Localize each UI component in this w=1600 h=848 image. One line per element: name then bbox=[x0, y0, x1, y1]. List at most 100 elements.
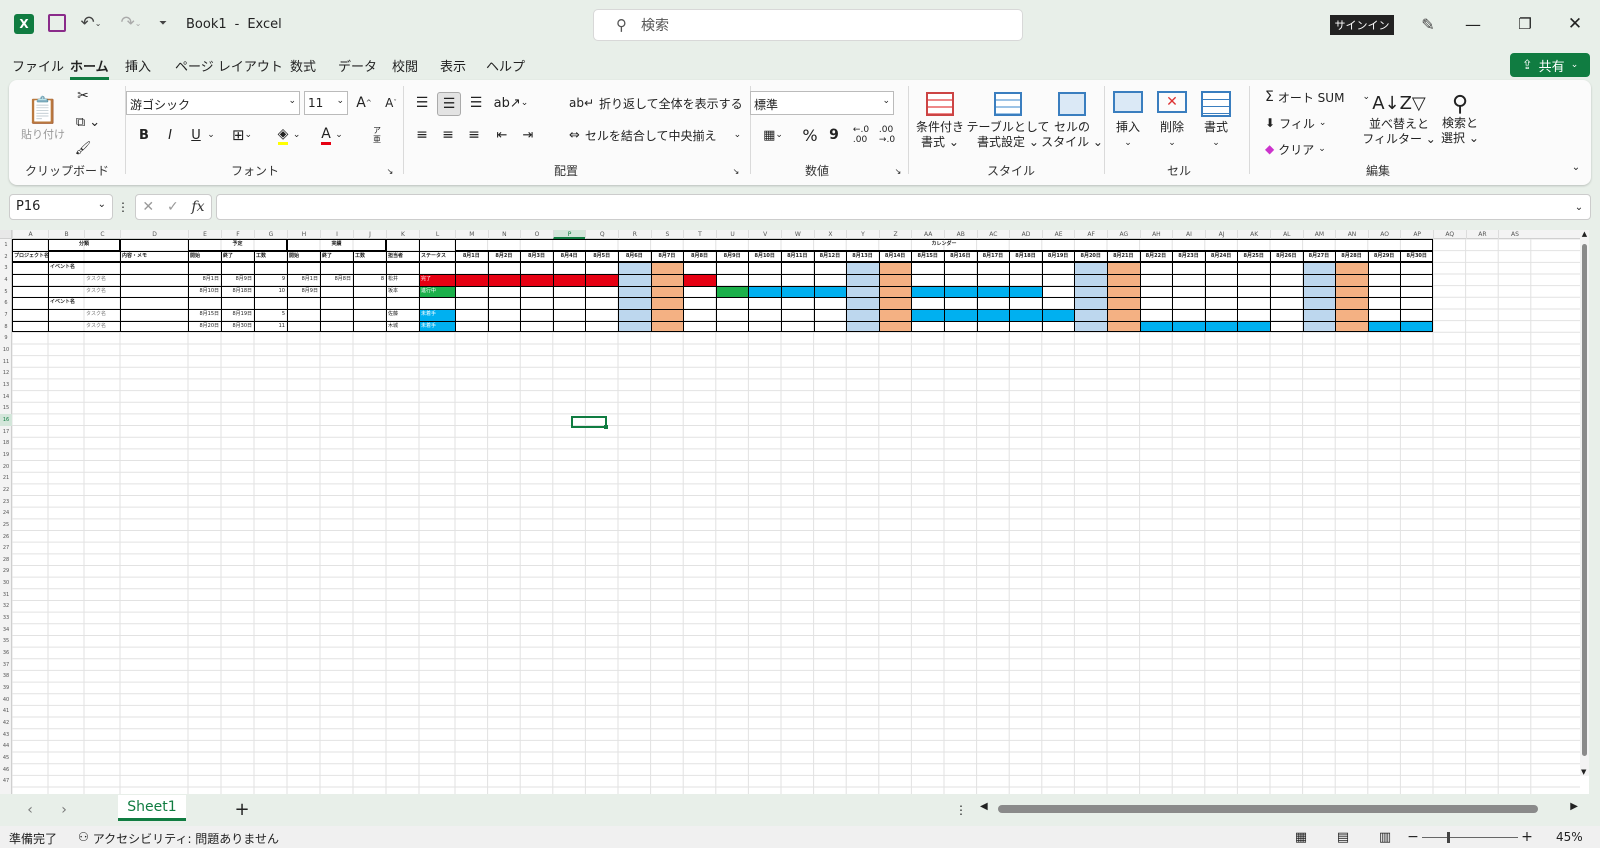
conditional-format-button[interactable]: 条件付き 書式 ⌄ bbox=[914, 86, 966, 156]
fill-color-icon[interactable]: ◈ ⌄ bbox=[269, 124, 309, 146]
share-button[interactable]: ⇪ 共有 ⌄ bbox=[1510, 53, 1590, 77]
redo-icon[interactable]: ↷ ⌄ bbox=[116, 12, 146, 34]
tab-data[interactable]: データ bbox=[338, 56, 377, 75]
close-icon[interactable]: ✕ bbox=[1560, 12, 1590, 36]
insert-function-button[interactable]: fx bbox=[192, 199, 205, 215]
scroll-thumb[interactable] bbox=[1582, 244, 1587, 756]
sort-filter-button[interactable]: A↓Z▽ 並べ替えと フィルター ⌄ bbox=[1362, 86, 1436, 156]
tab-page-layout[interactable]: ページ レイアウト bbox=[175, 56, 283, 75]
paste-button[interactable]: 📋 貼り付け bbox=[21, 88, 65, 150]
cell-styles-button[interactable]: セルの スタイル ⌄ bbox=[1041, 86, 1103, 156]
italic-button[interactable]: I bbox=[161, 124, 179, 146]
page-break-view-icon[interactable]: ▥ bbox=[1376, 829, 1394, 845]
restore-icon[interactable]: ❐ bbox=[1510, 12, 1540, 36]
select-all-corner[interactable] bbox=[0, 230, 12, 239]
fill-button[interactable]: ⬇ フィル ⌄ bbox=[1265, 114, 1326, 132]
formula-input[interactable] bbox=[216, 194, 1591, 220]
align-left-icon[interactable]: ≡ bbox=[411, 124, 433, 146]
normal-view-icon[interactable]: ▦ bbox=[1292, 829, 1310, 845]
cancel-icon[interactable]: ✕ bbox=[142, 199, 154, 215]
prev-sheet-icon[interactable]: ‹ bbox=[20, 801, 40, 819]
pen-icon[interactable]: ✎ bbox=[1416, 12, 1440, 36]
undo-icon[interactable]: ↶ ⌄ bbox=[76, 12, 106, 34]
border-icon[interactable]: ⊞ ⌄ bbox=[223, 124, 261, 146]
scroll-thumb[interactable] bbox=[998, 805, 1538, 813]
font-name-select[interactable]: 游ゴシック ⌄ bbox=[126, 91, 300, 115]
number-format-select[interactable]: 標準 ⌄ bbox=[750, 91, 894, 115]
tab-view[interactable]: 表示 bbox=[440, 56, 466, 75]
merge-center-button[interactable]: ⇔ セルを結合して中央揃え ⌄ bbox=[569, 124, 741, 146]
decrease-font-icon[interactable]: Aˇ bbox=[381, 92, 401, 114]
dialog-launcher-icon[interactable]: ↘ bbox=[385, 166, 395, 176]
dialog-launcher-icon[interactable]: ↘ bbox=[731, 166, 741, 176]
zoom-in-icon[interactable]: + bbox=[1520, 829, 1534, 845]
font-size-select[interactable]: 11 ⌄ bbox=[304, 91, 348, 115]
insert-cells-button[interactable]: 挿入 ⌄ bbox=[1109, 86, 1147, 156]
scroll-right-icon[interactable]: ▶ bbox=[1570, 801, 1578, 812]
align-bottom-icon[interactable]: ☰ bbox=[465, 92, 487, 114]
align-right-icon[interactable]: ≡ bbox=[463, 124, 485, 146]
more-icon[interactable]: ⋮ bbox=[117, 198, 129, 216]
increase-indent-icon[interactable]: ⇥ bbox=[517, 124, 539, 146]
comma-button[interactable]: 9 bbox=[825, 124, 843, 146]
sheet-tab-sheet1[interactable]: Sheet1 bbox=[118, 795, 186, 821]
zoom-thumb[interactable] bbox=[1447, 832, 1450, 843]
cut-icon[interactable]: ✂ bbox=[73, 86, 93, 106]
bold-button[interactable]: B bbox=[135, 124, 153, 146]
tab-help[interactable]: ヘルプ bbox=[486, 56, 525, 75]
next-sheet-icon[interactable]: › bbox=[54, 801, 74, 819]
clear-button[interactable]: ◆ クリア ⌄ bbox=[1265, 140, 1326, 158]
customize-qat-icon[interactable]: ⏷ bbox=[156, 14, 170, 32]
tab-formulas[interactable]: 数式 bbox=[290, 56, 316, 75]
format-as-table-button[interactable]: テーブルとして 書式設定 ⌄ bbox=[967, 86, 1049, 156]
scroll-up-icon[interactable]: ▲ bbox=[1580, 230, 1589, 238]
currency-icon[interactable]: ▦ ⌄ bbox=[755, 124, 791, 146]
expand-formula-icon[interactable]: ⌄ bbox=[1572, 198, 1586, 216]
tab-file[interactable]: ファイル bbox=[12, 56, 64, 75]
font-color-icon[interactable]: A ⌄ bbox=[313, 124, 351, 146]
horizontal-scrollbar[interactable]: ◀ ▶ bbox=[980, 801, 1578, 817]
copy-icon[interactable]: ⧉ ⌄ bbox=[71, 112, 105, 132]
more-icon[interactable]: ⋮ bbox=[955, 801, 967, 819]
orientation-icon[interactable]: ab↗ ⌄ bbox=[494, 92, 529, 114]
zoom-out-icon[interactable]: − bbox=[1406, 829, 1420, 845]
scroll-left-icon[interactable]: ◀ bbox=[980, 801, 988, 812]
add-sheet-button[interactable]: + bbox=[230, 798, 254, 820]
enter-icon[interactable]: ✓ bbox=[167, 199, 179, 215]
accessibility-status[interactable]: ⚇ アクセシビリティ: 問題ありません bbox=[78, 830, 279, 847]
worksheet-grid[interactable]: A B C D E F G H I J K L M N O P Q R S T U V W X Y Z AA AB AC AD AE AF AG… bbox=[0, 230, 1589, 794]
zoom-level[interactable]: 45% bbox=[1556, 830, 1583, 844]
sign-in-button[interactable]: サインイン bbox=[1330, 15, 1394, 35]
tab-home[interactable]: ホーム bbox=[70, 56, 109, 80]
wrap-text-button[interactable]: ab↵ 折り返して全体を表示する bbox=[569, 92, 743, 114]
align-top-icon[interactable]: ☰ bbox=[411, 92, 433, 114]
align-middle-icon[interactable]: ☰ bbox=[437, 92, 461, 116]
selected-cell[interactable] bbox=[571, 416, 607, 428]
increase-font-icon[interactable]: A ^ bbox=[354, 92, 374, 114]
underline-button[interactable]: U bbox=[187, 124, 205, 146]
format-painter-icon[interactable]: 🖌 bbox=[73, 138, 93, 158]
vertical-scrollbar[interactable]: ▲ ▼ bbox=[1580, 230, 1589, 776]
minimize-icon[interactable]: — bbox=[1458, 12, 1488, 36]
autosum-button[interactable]: Σ オート SUM ⌄ bbox=[1265, 88, 1370, 106]
decrease-decimal-icon[interactable]: .00 →.0 bbox=[875, 124, 899, 146]
phonetic-icon[interactable]: ア亜 bbox=[357, 122, 397, 148]
name-box[interactable]: P16 ⌄ bbox=[9, 194, 113, 220]
delete-cells-button[interactable]: ✕ 削除 ⌄ bbox=[1153, 86, 1191, 156]
tab-review[interactable]: 校閲 bbox=[392, 56, 418, 75]
percent-button[interactable]: % bbox=[799, 124, 821, 146]
dialog-launcher-icon[interactable]: ↘ bbox=[893, 166, 903, 176]
decrease-indent-icon[interactable]: ⇤ bbox=[491, 124, 513, 146]
increase-decimal-icon[interactable]: ←.0.00 bbox=[849, 124, 873, 146]
chevron-down-icon[interactable]: ⌄ bbox=[205, 124, 217, 146]
collapse-ribbon-icon[interactable]: ⌄ bbox=[1569, 160, 1583, 174]
align-center-icon[interactable]: ≡ bbox=[437, 124, 459, 146]
search-box[interactable]: ⚲ 検索 bbox=[593, 9, 1023, 41]
find-select-button[interactable]: ⚲ 検索と 選択 ⌄ bbox=[1435, 86, 1485, 156]
zoom-slider[interactable] bbox=[1422, 832, 1518, 843]
save-icon[interactable] bbox=[48, 14, 66, 32]
tab-insert[interactable]: 挿入 bbox=[125, 56, 151, 75]
page-layout-view-icon[interactable]: ▤ bbox=[1334, 829, 1352, 845]
scroll-down-icon[interactable]: ▼ bbox=[1581, 768, 1586, 776]
format-cells-button[interactable]: 書式 ⌄ bbox=[1197, 86, 1235, 156]
